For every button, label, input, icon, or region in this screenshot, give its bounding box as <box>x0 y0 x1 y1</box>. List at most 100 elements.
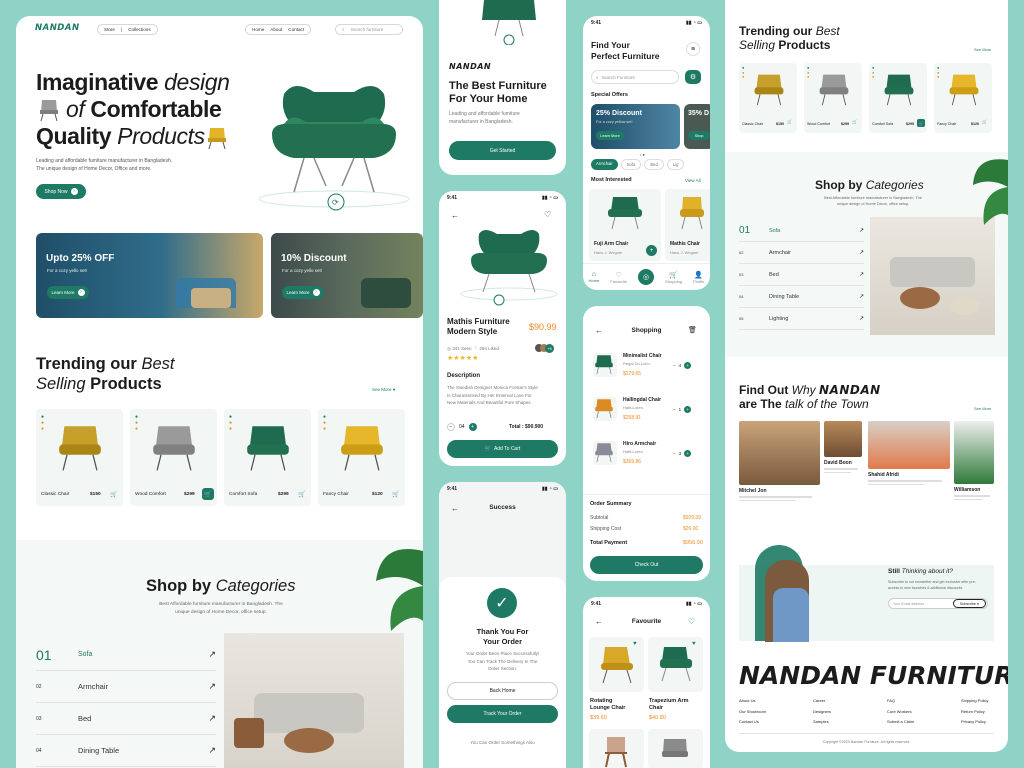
filter-icon[interactable]: ⚙ <box>685 70 701 84</box>
product-card[interactable]: ● ● ● Fancy Chair $120 🛒 <box>318 409 405 506</box>
product-card[interactable]: ● ● ● Comfort Sofa $299 🛒 <box>869 63 927 133</box>
trash-icon[interactable]: 🗑 <box>688 326 697 334</box>
category-chip[interactable]: Lig <box>666 159 685 170</box>
category-item[interactable]: 02 Armchair ↗ <box>739 242 864 264</box>
home-search-input[interactable]: ⌕ Search Furniture <box>591 70 679 84</box>
heart-icon[interactable]: ♡ <box>544 210 551 219</box>
scan-icon[interactable]: ◎ <box>638 269 655 285</box>
color-swatches[interactable]: ● ● ● <box>229 414 232 432</box>
color-swatches[interactable]: ● ● ● <box>135 414 138 432</box>
product-card[interactable]: ● ● ● Classic Chair $150 🛒 <box>739 63 797 133</box>
add-to-cart-button[interactable]: 🛒 Add To Cart <box>447 440 558 458</box>
category-item[interactable]: 02 Armchair ↗ <box>36 671 216 703</box>
learn-more-button[interactable]: Learn More › <box>47 286 89 299</box>
footer-link[interactable]: Core Workers <box>887 707 914 718</box>
see-more-link[interactable]: See More <box>974 47 991 52</box>
subscribe-button[interactable]: Subscribe ● <box>953 599 986 608</box>
category-item[interactable]: 04 Dining Table ↗ <box>739 286 864 308</box>
track-order-button[interactable]: Track Your Order <box>447 705 558 723</box>
product-card[interactable]: ● ● ● Classic Chair $150 🛒 <box>36 409 123 506</box>
footer-link[interactable]: Shipping Policy <box>961 696 988 707</box>
cart-icon[interactable]: 🛒 <box>202 488 214 500</box>
cart-item[interactable]: Hallingdal Chair Hatit-Loren $258.91 −1 + <box>583 394 710 434</box>
nav-store[interactable]: Store <box>101 27 118 32</box>
category-chip[interactable]: Armchair <box>591 159 618 170</box>
cart-item[interactable]: Minimalist Chair Regal Do Lobo $279.65 −… <box>583 350 710 390</box>
menu-icon[interactable]: ≡ <box>686 42 700 56</box>
footer-link[interactable]: Our Showroom <box>739 707 766 718</box>
heart-icon[interactable]: ♡ <box>688 617 695 626</box>
footer-link[interactable]: Designers <box>813 707 831 718</box>
footer-link[interactable]: Submit a Claim <box>887 717 914 728</box>
category-item[interactable]: 05 Lighting ↗ <box>739 308 864 330</box>
nav-about[interactable]: About <box>267 27 285 32</box>
color-swatches[interactable]: ● ● ● <box>41 414 44 432</box>
quantity-stepper[interactable]: −04 + <box>447 423 477 431</box>
back-arrow-icon[interactable]: ← <box>451 211 459 220</box>
cart-icon[interactable]: 🛒 <box>787 119 795 127</box>
category-item[interactable]: 01 Sofa ↗ <box>36 639 216 671</box>
checkout-button[interactable]: Check Out <box>590 556 703 574</box>
cart-item[interactable]: Hiro Armchair Hatit-Loren $369.86 −3 + <box>583 438 710 478</box>
footer-link[interactable]: About Us <box>739 696 766 707</box>
category-chip[interactable]: Sofa <box>620 159 642 170</box>
learn-more-button[interactable]: Learn More › <box>282 286 324 299</box>
product-card[interactable]: ● ● ● Wood Comfort $299 🛒 <box>804 63 862 133</box>
learn-more-button[interactable]: Learn More <box>596 131 624 140</box>
onboard-desc: Leading and affordable furniture manufact… <box>449 111 520 125</box>
nav-collections[interactable]: Collections <box>125 27 153 32</box>
add-cart-icon[interactable]: + <box>646 245 657 256</box>
banner-10-discount[interactable]: 10% Discount For a cozy yello set! Learn… <box>271 233 423 318</box>
product-card[interactable]: Mathis Chair Hans J. Wegner <box>665 189 710 261</box>
see-more-link[interactable]: See More <box>974 406 991 411</box>
quantity-stepper[interactable]: −1 + <box>673 406 692 413</box>
back-home-button[interactable]: Back Home <box>447 682 558 700</box>
view-all-link[interactable]: View All <box>685 178 701 183</box>
category-chip[interactable]: Bed <box>644 159 664 170</box>
offer-card-35[interactable]: 35% D Shop <box>684 104 710 149</box>
product-card[interactable]: ● ● ● Comfort Sofa $299 🛒 <box>224 409 311 506</box>
desktop-landing-right: Trending our Best Selling Products See M… <box>725 0 1008 752</box>
fav-card[interactable]: ♥ <box>589 637 644 692</box>
get-started-button[interactable]: Get Started <box>449 141 556 160</box>
fav-name: Trapezium Arm Chair <box>649 698 689 711</box>
color-swatches[interactable]: ● ● ● <box>323 414 326 432</box>
search-input[interactable]: ⌕ Search furniture <box>335 24 403 35</box>
fav-card[interactable]: ♥ <box>648 637 703 692</box>
category-item[interactable]: 03 Bed ↗ <box>739 264 864 286</box>
nav-contact[interactable]: Contact <box>285 27 307 32</box>
fav-card[interactable] <box>648 729 703 768</box>
quantity-stepper[interactable]: −4 + <box>673 362 692 369</box>
tab-favourite[interactable]: ♡ Favourite <box>610 271 627 284</box>
product-card[interactable]: Fuji Arm Chair Hans J. Wegner + <box>589 189 661 261</box>
footer-link[interactable]: Career <box>813 696 831 707</box>
category-item[interactable]: 04 Dining Table ↗ <box>36 735 216 767</box>
category-item[interactable]: 01 Sofa ↗ <box>739 220 864 242</box>
tab-profile[interactable]: 👤 Profile <box>693 271 704 284</box>
product-card[interactable]: ● ● ● Wood Comfort $299 🛒 <box>130 409 217 506</box>
cart-icon[interactable]: 🛒 <box>296 488 308 500</box>
see-more-link[interactable]: See More ● <box>372 387 396 392</box>
cart-icon[interactable]: 🛒 <box>852 119 860 127</box>
footer-link[interactable]: Return Policy <box>961 707 988 718</box>
nav-home[interactable]: Home <box>249 27 267 32</box>
footer-link[interactable]: FAQ <box>887 696 914 707</box>
tab-home[interactable]: ⌂ Home <box>589 271 600 283</box>
brand-logo[interactable]: NANDAN <box>35 23 80 33</box>
cart-icon[interactable]: 🛒 <box>982 119 990 127</box>
category-item[interactable]: 03 Bed ↗ <box>36 703 216 735</box>
shop-now-button[interactable]: Shop Now › <box>36 184 86 199</box>
offer-card-25[interactable]: 25% Discount For a cozy yellow set! Lear… <box>591 104 680 149</box>
footer-link[interactable]: Contact Us <box>739 717 766 728</box>
fav-card[interactable] <box>589 729 644 768</box>
footer-link[interactable]: Samples <box>813 717 831 728</box>
banner-25-off[interactable]: Upto 25% OFF For a cozy yello set! Learn… <box>36 233 263 318</box>
living-room-photo <box>224 633 404 768</box>
tab-shopping[interactable]: 🛒 Shopping <box>665 271 682 284</box>
cart-icon[interactable]: 🛒 <box>108 488 120 500</box>
quantity-stepper[interactable]: −3 + <box>673 450 692 457</box>
footer-link[interactable]: Privacy Policy <box>961 717 988 728</box>
cart-icon[interactable]: 🛒 <box>390 488 402 500</box>
cart-icon[interactable]: 🛒 <box>917 119 925 127</box>
product-card[interactable]: ● ● ● Fancy Chair $120 🛒 <box>934 63 992 133</box>
